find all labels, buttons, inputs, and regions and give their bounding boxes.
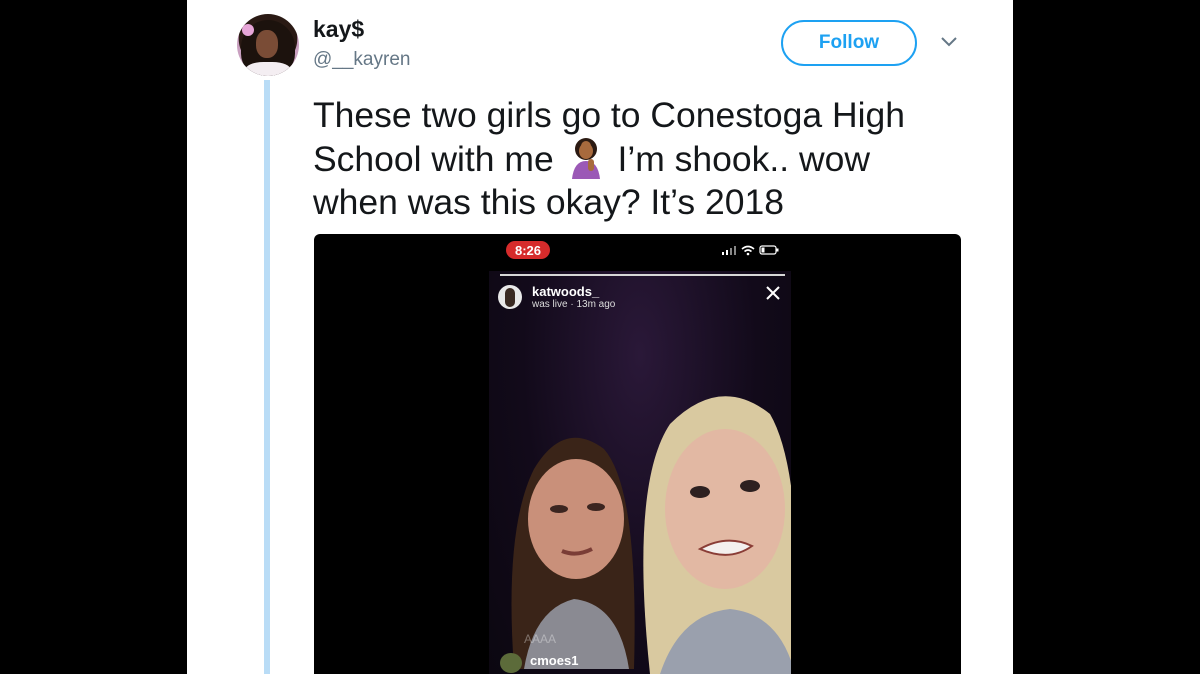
facepalm-emoji-icon: [571, 138, 600, 179]
status-time: 8:26: [506, 241, 550, 259]
person-left-image: [511, 437, 635, 669]
display-name[interactable]: kay$: [313, 16, 364, 43]
thread-connector-line: [264, 80, 270, 674]
close-icon[interactable]: [766, 286, 780, 300]
comment-avatar: [500, 653, 522, 673]
follow-button[interactable]: Follow: [781, 20, 917, 66]
signal-wifi-battery-icons: [722, 245, 779, 256]
story-progress-bar: [500, 274, 785, 276]
live-status-text: was live · 13m ago: [532, 299, 616, 310]
comment-username: cmoes1: [530, 653, 579, 668]
person-right-image: [643, 396, 791, 674]
live-video-frame: [489, 271, 791, 674]
tweet-media-video[interactable]: 8:26 katwoods_ was live · 13m ago AAAA c…: [314, 234, 961, 674]
comment-ghost-text: AAAA: [524, 632, 557, 646]
user-handle[interactable]: @__kayren: [313, 49, 410, 71]
live-user-avatar[interactable]: [498, 285, 522, 309]
avatar[interactable]: [237, 14, 299, 76]
live-username[interactable]: katwoods_: [532, 284, 599, 299]
tweet-text: These two girls go to Conestoga High Sch…: [313, 94, 953, 224]
tweet-card: kay$ @__kayren Follow These two girls go…: [187, 0, 1013, 674]
chevron-down-icon[interactable]: [940, 34, 958, 48]
